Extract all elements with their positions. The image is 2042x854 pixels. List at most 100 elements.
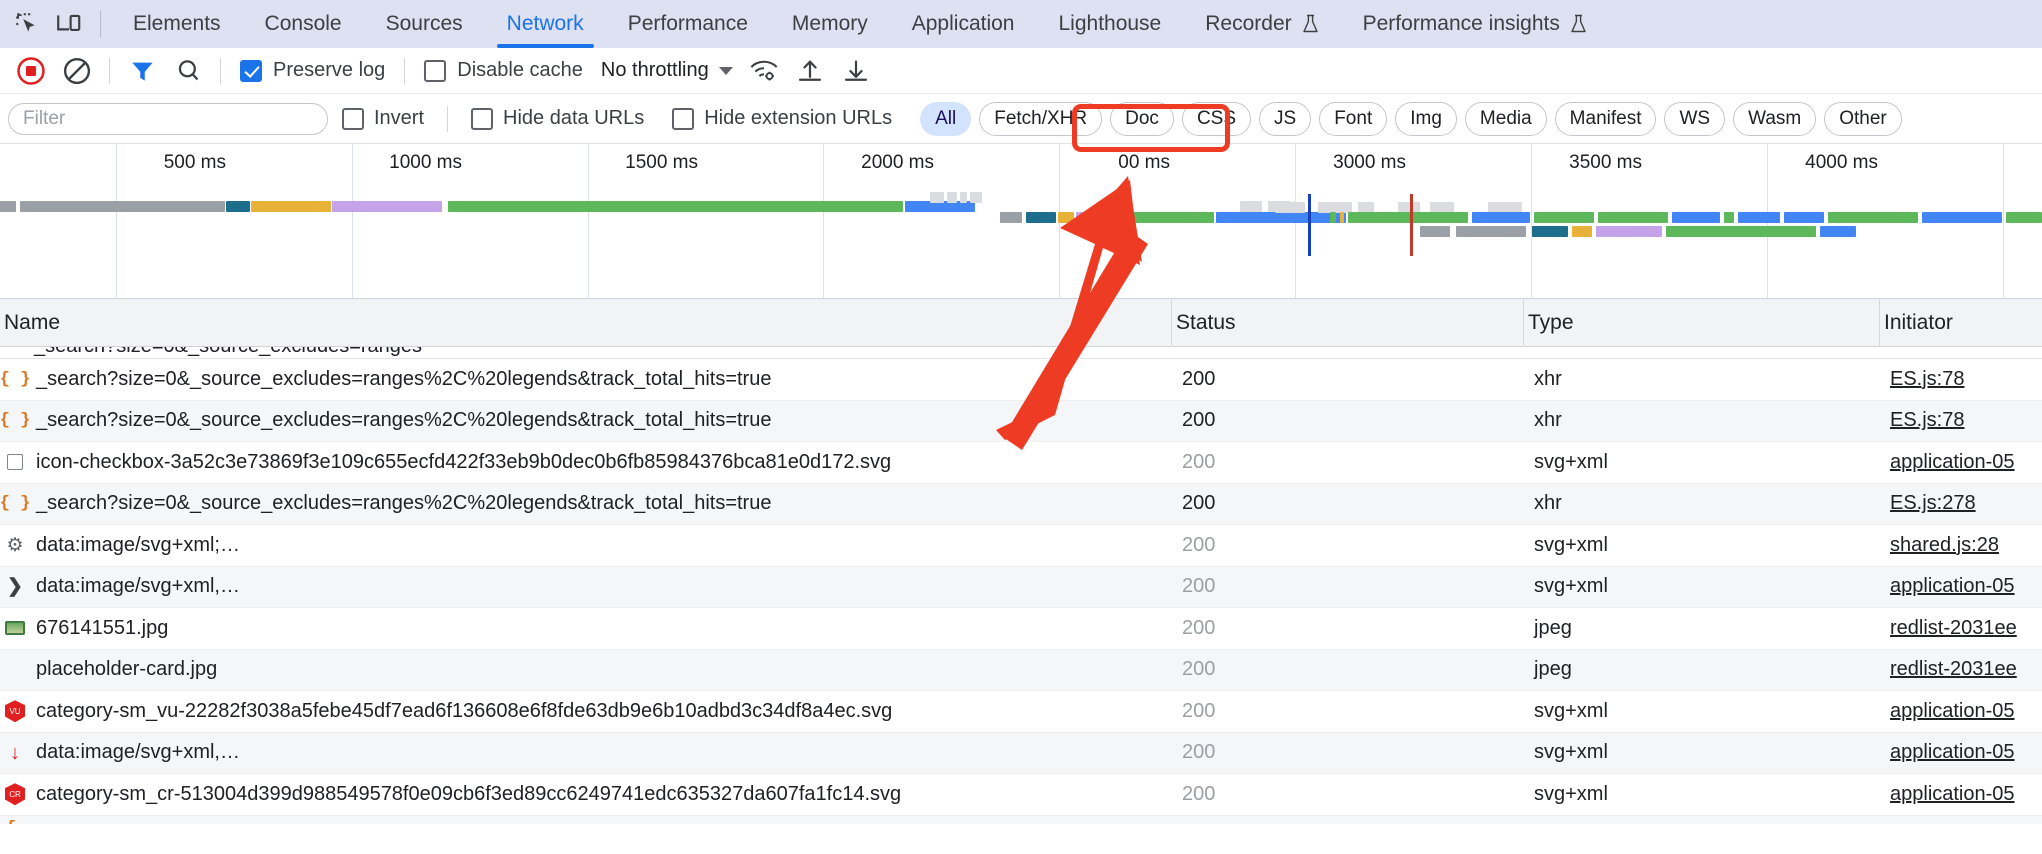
- initiator-link[interactable]: ES.js:78: [1890, 409, 1964, 432]
- filter-icon[interactable]: [119, 51, 165, 91]
- table-row[interactable]: { } _search?size=0&_source_excludes=rang…: [0, 401, 2042, 443]
- search-icon[interactable]: [165, 51, 211, 91]
- initiator-link[interactable]: redlist-2031ee: [1890, 617, 2017, 640]
- experimental-flask-icon: [1570, 14, 1587, 34]
- invert-checkbox[interactable]: Invert: [328, 107, 438, 130]
- tab-lighthouse[interactable]: Lighthouse: [1036, 0, 1183, 48]
- initiator-link[interactable]: application-05: [1890, 575, 2015, 598]
- table-row[interactable]: icon-checkbox-3a52c3e73869f3e109c655ecfd…: [0, 442, 2042, 484]
- request-initiator-cell[interactable]: ES.js:78: [1880, 401, 2042, 442]
- tab-console[interactable]: Console: [243, 0, 364, 48]
- table-row[interactable]: 676141551.jpg 200 jpeg redlist-2031ee: [0, 608, 2042, 650]
- table-row[interactable]: VU category-sm_vu-22282f3038a5febe45df7e…: [0, 691, 2042, 733]
- type-filter-wasm[interactable]: Wasm: [1733, 102, 1816, 136]
- initiator-link[interactable]: shared.js:28: [1890, 534, 1999, 557]
- column-header-type[interactable]: Type: [1524, 299, 1880, 347]
- preserve-log-checkbox[interactable]: Preserve log: [230, 59, 395, 82]
- type-filter-media[interactable]: Media: [1465, 102, 1547, 136]
- checkbox-box[interactable]: [672, 108, 694, 130]
- request-initiator-cell[interactable]: ES.js:78: [1880, 359, 2042, 400]
- table-row[interactable]: CR category-sm_cr-513004d399d988549578f0…: [0, 774, 2042, 816]
- request-initiator-cell[interactable]: application-05: [1880, 733, 2042, 774]
- request-name-cell[interactable]: placeholder-card.jpg: [0, 650, 1172, 691]
- tab-performance[interactable]: Performance: [606, 0, 770, 48]
- clear-network-log-icon[interactable]: [54, 51, 100, 91]
- request-initiator-cell[interactable]: redlist-2031ee: [1880, 608, 2042, 649]
- table-row[interactable]: ↓ data:image/svg+xml,… 200 svg+xml appli…: [0, 733, 2042, 775]
- tab-sources[interactable]: Sources: [364, 0, 485, 48]
- tab-elements[interactable]: Elements: [111, 0, 243, 48]
- request-initiator-cell[interactable]: ES.js:278: [1880, 484, 2042, 525]
- type-filter-other[interactable]: Other: [1824, 102, 1902, 136]
- type-filter-doc[interactable]: Doc: [1110, 102, 1174, 136]
- request-name-cell[interactable]: ↓ data:image/svg+xml,…: [0, 733, 1172, 774]
- request-initiator-cell[interactable]: application-05: [1880, 567, 2042, 608]
- request-initiator-cell[interactable]: application-05: [1880, 691, 2042, 732]
- request-initiator-cell[interactable]: shared.js:28: [1880, 525, 2042, 566]
- request-name-cell[interactable]: { } _search?size=0&_source_excludes=rang…: [0, 401, 1172, 442]
- tab-label: Network: [507, 12, 584, 36]
- request-name-cell[interactable]: icon-checkbox-3a52c3e73869f3e109c655ecfd…: [0, 442, 1172, 483]
- table-row[interactable]: placeholder-card.jpg 200 jpeg redlist-20…: [0, 650, 2042, 692]
- column-header-initiator[interactable]: Initiator: [1880, 299, 2042, 347]
- request-name-cell[interactable]: { } _search?size=0&_source_excludes=rang…: [0, 484, 1172, 525]
- type-filter-img[interactable]: Img: [1395, 102, 1457, 136]
- type-value: svg+xml: [1534, 783, 1608, 806]
- disable-cache-checkbox[interactable]: Disable cache: [414, 59, 593, 82]
- request-name-cell[interactable]: ⚙ data:image/svg+xml;…: [0, 525, 1172, 566]
- checkbox-box[interactable]: [424, 60, 446, 82]
- throttling-dropdown[interactable]: No throttling: [593, 59, 741, 82]
- chevron-down-icon[interactable]: [719, 67, 733, 75]
- tab-label: Sources: [386, 12, 463, 36]
- request-initiator-cell[interactable]: application-05: [1880, 442, 2042, 483]
- tab-recorder[interactable]: Recorder: [1183, 0, 1340, 48]
- initiator-link[interactable]: ES.js:78: [1890, 368, 1964, 391]
- table-row[interactable]: { } _search?size=0&_source_excludes=rang…: [0, 484, 2042, 526]
- type-filter-label: WS: [1679, 108, 1710, 130]
- request-name-cell[interactable]: ❯ data:image/svg+xml,…: [0, 567, 1172, 608]
- table-row[interactable]: ❯ data:image/svg+xml,… 200 svg+xml appli…: [0, 567, 2042, 609]
- table-row[interactable]: ⚙ data:image/svg+xml;… 200 svg+xml share…: [0, 525, 2042, 567]
- column-header-name[interactable]: Name: [0, 299, 1172, 347]
- filter-input[interactable]: [8, 103, 328, 135]
- initiator-link[interactable]: application-05: [1890, 451, 2015, 474]
- type-filter-ws[interactable]: WS: [1664, 102, 1725, 136]
- request-name-cell[interactable]: CR category-sm_cr-513004d399d988549578f0…: [0, 774, 1172, 815]
- hide-extension-urls-checkbox[interactable]: Hide extension URLs: [658, 107, 906, 130]
- type-filter-js[interactable]: JS: [1259, 102, 1311, 136]
- request-name-cell[interactable]: VU category-sm_vu-22282f3038a5febe45df7e…: [0, 691, 1172, 732]
- inspect-element-icon[interactable]: [6, 3, 48, 45]
- export-har-icon[interactable]: [833, 51, 879, 91]
- column-header-status[interactable]: Status: [1172, 299, 1524, 347]
- tab-memory[interactable]: Memory: [770, 0, 890, 48]
- initiator-link[interactable]: application-05: [1890, 783, 2015, 806]
- checkbox-box[interactable]: [471, 108, 493, 130]
- tab-performance-insights[interactable]: Performance insights: [1341, 0, 1609, 48]
- type-filter-all[interactable]: All: [920, 102, 971, 136]
- request-initiator-cell[interactable]: redlist-2031ee: [1880, 650, 2042, 691]
- tab-network[interactable]: Network: [485, 0, 606, 48]
- record-stop-icon[interactable]: [8, 51, 54, 91]
- type-filter-manifest[interactable]: Manifest: [1555, 102, 1657, 136]
- initiator-link[interactable]: ES.js:278: [1890, 492, 1976, 515]
- hide-data-urls-checkbox[interactable]: Hide data URLs: [457, 107, 658, 130]
- table-row-partial[interactable]: _search?size=0&_source_excludes=ranges: [0, 347, 2042, 359]
- initiator-link[interactable]: redlist-2031ee: [1890, 658, 2017, 681]
- checkbox-box[interactable]: [240, 60, 262, 82]
- request-initiator-cell[interactable]: application-05: [1880, 774, 2042, 815]
- request-name-cell[interactable]: 676141551.jpg: [0, 608, 1172, 649]
- initiator-link[interactable]: application-05: [1890, 741, 2015, 764]
- tab-application[interactable]: Application: [890, 0, 1037, 48]
- network-overview-timeline[interactable]: 500 ms 1000 ms 1500 ms 2000 ms 00 ms 300…: [0, 144, 2042, 299]
- checkbox-box[interactable]: [342, 108, 364, 130]
- import-har-icon[interactable]: [787, 51, 833, 91]
- type-filter-css[interactable]: CSS: [1182, 102, 1251, 136]
- request-name-cell[interactable]: { } _search?size=0&_source_excludes=rang…: [0, 359, 1172, 400]
- initiator-link[interactable]: application-05: [1890, 700, 2015, 723]
- table-row[interactable]: { } _search?size=0&_source_excludes=rang…: [0, 359, 2042, 401]
- type-filter-fetch-xhr[interactable]: Fetch/XHR: [979, 102, 1102, 136]
- device-toolbar-icon[interactable]: [48, 3, 90, 45]
- table-row-partial[interactable]: { }: [0, 816, 2042, 824]
- network-conditions-icon[interactable]: [741, 51, 787, 91]
- type-filter-font[interactable]: Font: [1319, 102, 1387, 136]
